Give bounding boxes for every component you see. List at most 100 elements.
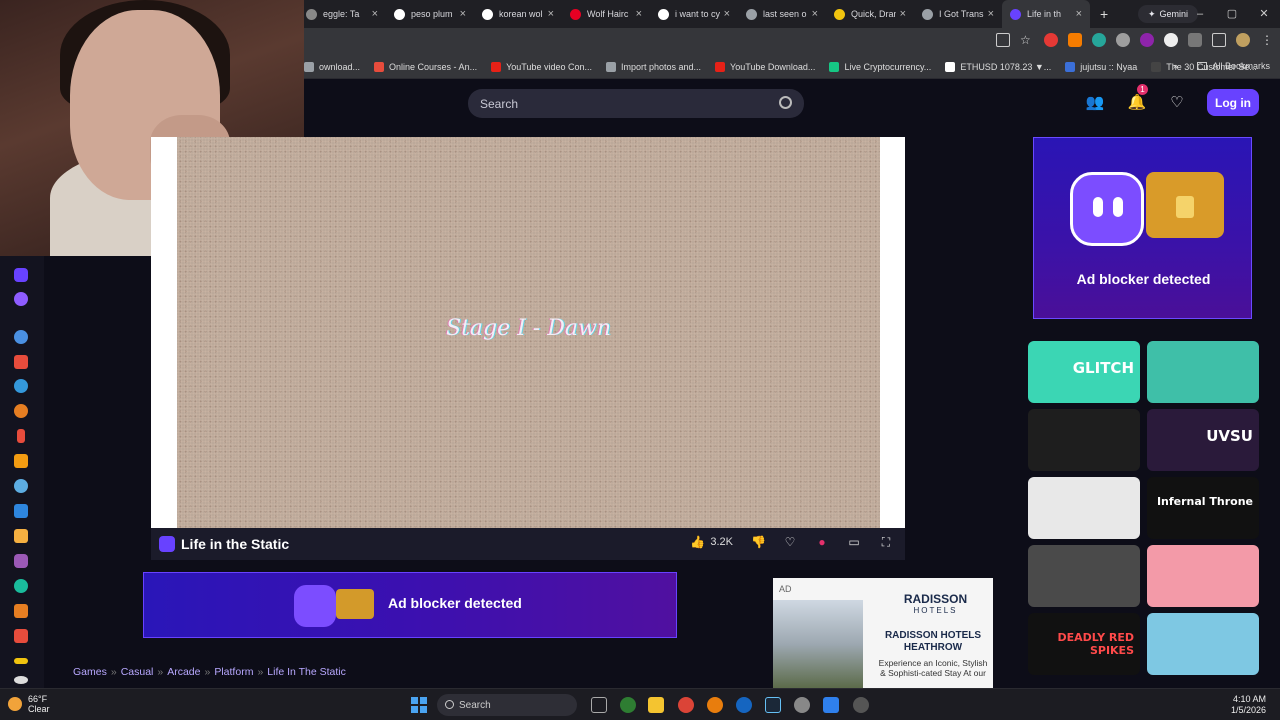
sidebar-mahjong-icon[interactable] — [14, 604, 28, 618]
sidebar-sports-icon[interactable] — [14, 676, 28, 684]
browser-tab[interactable]: Life in th × — [1002, 0, 1090, 28]
browser-tab[interactable]: I Got Trans × — [914, 0, 1002, 28]
browser-tab[interactable]: Wolf Hairc × — [562, 0, 650, 28]
weather-widget[interactable]: 66°F Clear — [8, 694, 50, 714]
game-thumbnail[interactable]: DEADLY RED SPIKES — [1028, 613, 1140, 675]
tab-close-icon[interactable]: × — [900, 8, 906, 20]
blender-icon[interactable] — [707, 697, 723, 713]
paint-icon[interactable] — [823, 697, 839, 713]
close-window-button[interactable]: ✕ — [1248, 0, 1280, 28]
sidebar-gamepad-icon[interactable] — [14, 554, 28, 568]
sidebar-shooting-icon[interactable] — [14, 658, 28, 664]
search-icon[interactable] — [779, 96, 792, 109]
favorite-heart-icon[interactable]: ♡ — [783, 535, 797, 549]
minimize-button[interactable]: – — [1184, 0, 1216, 28]
obs-icon[interactable] — [736, 697, 752, 713]
tab-close-icon[interactable]: × — [372, 8, 378, 20]
thumbs-down-icon[interactable]: 👎 — [751, 535, 766, 549]
sidepanel-icon[interactable] — [1212, 33, 1226, 47]
breadcrumb-games[interactable]: Games — [73, 666, 107, 678]
xbox-icon[interactable] — [620, 697, 636, 713]
friends-icon[interactable]: 👥 — [1085, 93, 1105, 113]
game-thumbnail[interactable]: Infernal Throne — [1147, 477, 1259, 539]
all-bookmarks-button[interactable]: All Bookmarks — [1197, 61, 1270, 71]
extensions-puzzle-icon[interactable] — [1188, 33, 1202, 47]
tab-close-icon[interactable]: × — [636, 8, 642, 20]
breadcrumb-current[interactable]: Life In The Static — [267, 666, 346, 678]
bookmark-item[interactable]: YouTube video Con... — [491, 61, 592, 72]
more-bookmarks-chevron[interactable]: » — [1173, 61, 1178, 71]
task-view-icon[interactable] — [591, 697, 607, 713]
browser-tab[interactable]: korean wol × — [474, 0, 562, 28]
sidebar-driving-icon[interactable] — [14, 504, 28, 518]
login-button[interactable]: Log in — [1207, 89, 1259, 116]
sidebar-action-icon[interactable] — [14, 355, 28, 369]
system-clock[interactable]: 4:10 AM 1/5/2026 — [1231, 694, 1266, 716]
sidebar-logo-icon[interactable] — [14, 268, 28, 282]
windows-start-icon[interactable] — [411, 697, 427, 713]
star-bookmark-icon[interactable]: ☆ — [1020, 33, 1034, 47]
breadcrumb-casual[interactable]: Casual — [121, 666, 154, 678]
fullscreen-icon[interactable]: ⛶ — [879, 535, 893, 549]
game-thumbnail[interactable] — [1147, 613, 1259, 675]
sidebar-adventure-icon[interactable] — [14, 379, 28, 393]
bookmark-item[interactable]: YouTube Download... — [715, 61, 815, 72]
sidebar-multiplayer-icon[interactable] — [14, 330, 28, 344]
extension-teal-icon[interactable] — [1092, 33, 1106, 47]
theater-mode-icon[interactable]: ▭ — [847, 535, 861, 549]
maximize-button[interactable]: ▢ — [1216, 0, 1248, 28]
game-thumbnail[interactable] — [1147, 341, 1259, 403]
tab-close-icon[interactable]: × — [724, 8, 730, 20]
file-explorer-icon[interactable] — [648, 697, 664, 713]
extension-orange-icon[interactable] — [1068, 33, 1082, 47]
bookmark-item[interactable]: ownload... — [304, 61, 360, 72]
tab-close-icon[interactable]: × — [1076, 8, 1082, 20]
steam-icon[interactable] — [765, 697, 781, 713]
sidebar-io-icon[interactable] — [14, 579, 28, 593]
browser-tab[interactable]: eggle: Ta × — [298, 0, 386, 28]
browser-tab[interactable]: last seen o × — [738, 0, 826, 28]
report-icon[interactable]: ● — [815, 535, 829, 549]
favorites-heart-icon[interactable]: ♡ — [1167, 93, 1187, 113]
sidebar-basketball-icon[interactable] — [14, 404, 28, 418]
menu-kebab-icon[interactable]: ⋮ — [1260, 33, 1274, 47]
bookmark-item[interactable]: jujutsu :: Nyaa — [1065, 61, 1137, 72]
sidebar-clicker-icon[interactable] — [14, 479, 28, 493]
game-thumbnail[interactable] — [1028, 409, 1140, 471]
taskbar-search[interactable]: Search — [437, 694, 577, 716]
app-icon[interactable] — [853, 697, 869, 713]
new-tab-button[interactable]: + — [1100, 6, 1108, 22]
browser-tab[interactable]: Quick, Dran × — [826, 0, 914, 28]
sidebar-beauty-icon[interactable] — [17, 429, 25, 443]
sidebar-puzzle-icon[interactable] — [14, 629, 28, 643]
extension-purple-icon[interactable] — [1140, 33, 1154, 47]
search-input[interactable]: Search — [468, 89, 804, 118]
sidebar-escape-icon[interactable] — [14, 529, 28, 543]
bookmark-item[interactable]: Online Courses - An... — [374, 61, 477, 72]
sidebar-car-icon[interactable] — [14, 454, 28, 468]
browser-tab[interactable]: peso plum × — [386, 0, 474, 28]
tab-close-icon[interactable]: × — [988, 8, 994, 20]
game-thumbnail[interactable] — [1028, 477, 1140, 539]
game-thumbnail[interactable]: UVSU — [1147, 409, 1259, 471]
breadcrumb-platform[interactable]: Platform — [214, 666, 253, 678]
extension-gray-icon[interactable] — [1116, 33, 1130, 47]
tab-close-icon[interactable]: × — [548, 8, 554, 20]
game-thumbnail[interactable]: GLITCH — [1028, 341, 1140, 403]
install-icon[interactable] — [996, 33, 1010, 47]
browser-tab[interactable]: i want to cy × — [650, 0, 738, 28]
sidebar-community-icon[interactable] — [14, 292, 28, 306]
breadcrumb-arcade[interactable]: Arcade — [167, 666, 200, 678]
game-thumbnail[interactable] — [1147, 545, 1259, 607]
chrome-icon[interactable] — [678, 697, 694, 713]
bookmark-item[interactable]: Live Cryptocurrency... — [829, 61, 931, 72]
tab-close-icon[interactable]: × — [460, 8, 466, 20]
tab-close-icon[interactable]: × — [812, 8, 818, 20]
game-thumbnail[interactable] — [1028, 545, 1140, 607]
settings-gear-icon[interactable] — [794, 697, 810, 713]
notifications-bell-icon[interactable]: 🔔 — [1127, 93, 1147, 113]
bookmark-item[interactable]: ETHUSD 1078.23 ▼... — [945, 61, 1051, 72]
extension-dark-icon[interactable] — [1164, 33, 1178, 47]
radisson-ad[interactable]: AD RADISSON HOTELS RADISSON HOTELS HEATH… — [773, 578, 993, 688]
extension-red-icon[interactable] — [1044, 33, 1058, 47]
